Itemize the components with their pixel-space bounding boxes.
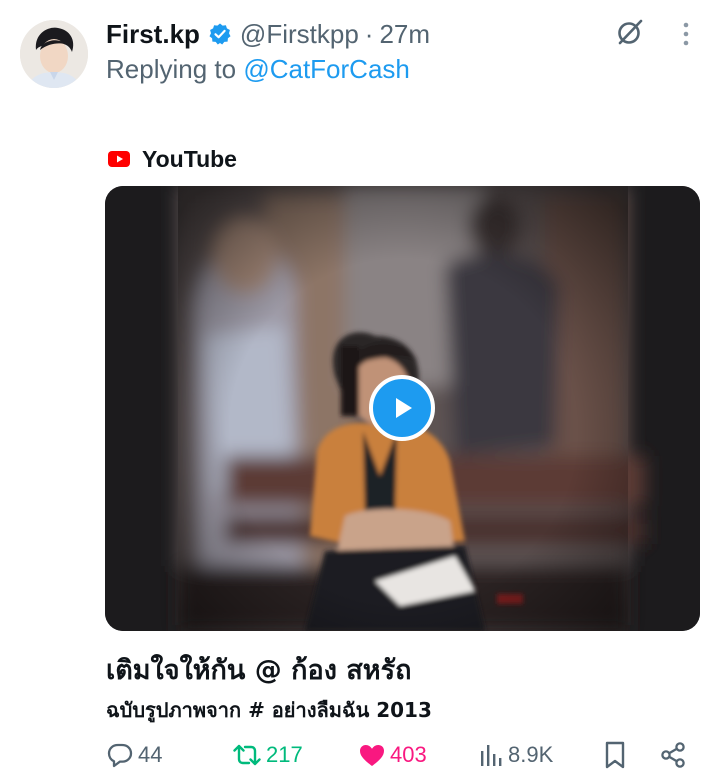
- tweet-action-bar: 44 217 403 8.9K: [106, 738, 696, 772]
- replying-to-line: Replying to @CatForCash: [106, 54, 410, 85]
- play-icon: [396, 398, 412, 418]
- bookmark-button[interactable]: [602, 738, 628, 772]
- like-count: 403: [390, 742, 427, 767]
- views-button[interactable]: 8.9K: [478, 738, 553, 772]
- bookmark-icon: [605, 741, 625, 769]
- share-icon: [661, 742, 685, 768]
- share-button[interactable]: [658, 738, 688, 772]
- card-description: ฉบับรูปภาพจาก # อย่างลืมฉัน 2013: [106, 698, 432, 722]
- youtube-logo-icon: [108, 151, 130, 167]
- verified-badge-icon: [208, 22, 232, 46]
- heart-filled-icon: [360, 745, 384, 766]
- reply-button[interactable]: 44: [106, 738, 162, 772]
- reply-count: 44: [138, 742, 163, 767]
- grok-icon[interactable]: [614, 16, 646, 48]
- more-options-icon[interactable]: [676, 20, 696, 48]
- card-source: YouTube: [108, 144, 237, 174]
- separator-dot: ·: [364, 18, 374, 49]
- retweet-button[interactable]: 217: [232, 738, 303, 772]
- timestamp[interactable]: 27m: [379, 19, 430, 50]
- card-source-label: YouTube: [142, 145, 237, 172]
- video-card-thumbnail[interactable]: [105, 186, 700, 631]
- retweet-icon: [233, 744, 261, 766]
- card-title[interactable]: เติมใจให้กัน @ ก้อง สหรัถ: [106, 648, 411, 691]
- views-chart-icon: [481, 745, 502, 766]
- avatar[interactable]: [20, 20, 88, 88]
- views-count: 8.9K: [508, 742, 554, 767]
- reply-icon: [107, 743, 133, 768]
- user-handle[interactable]: @Firstkpp: [240, 19, 359, 50]
- like-button[interactable]: 403: [358, 738, 427, 772]
- replying-to-mention[interactable]: @CatForCash: [243, 54, 410, 84]
- display-name[interactable]: First.kp: [106, 19, 200, 50]
- retweet-count: 217: [266, 742, 303, 767]
- replying-prefix: Replying to: [106, 54, 244, 84]
- play-button[interactable]: [369, 375, 435, 441]
